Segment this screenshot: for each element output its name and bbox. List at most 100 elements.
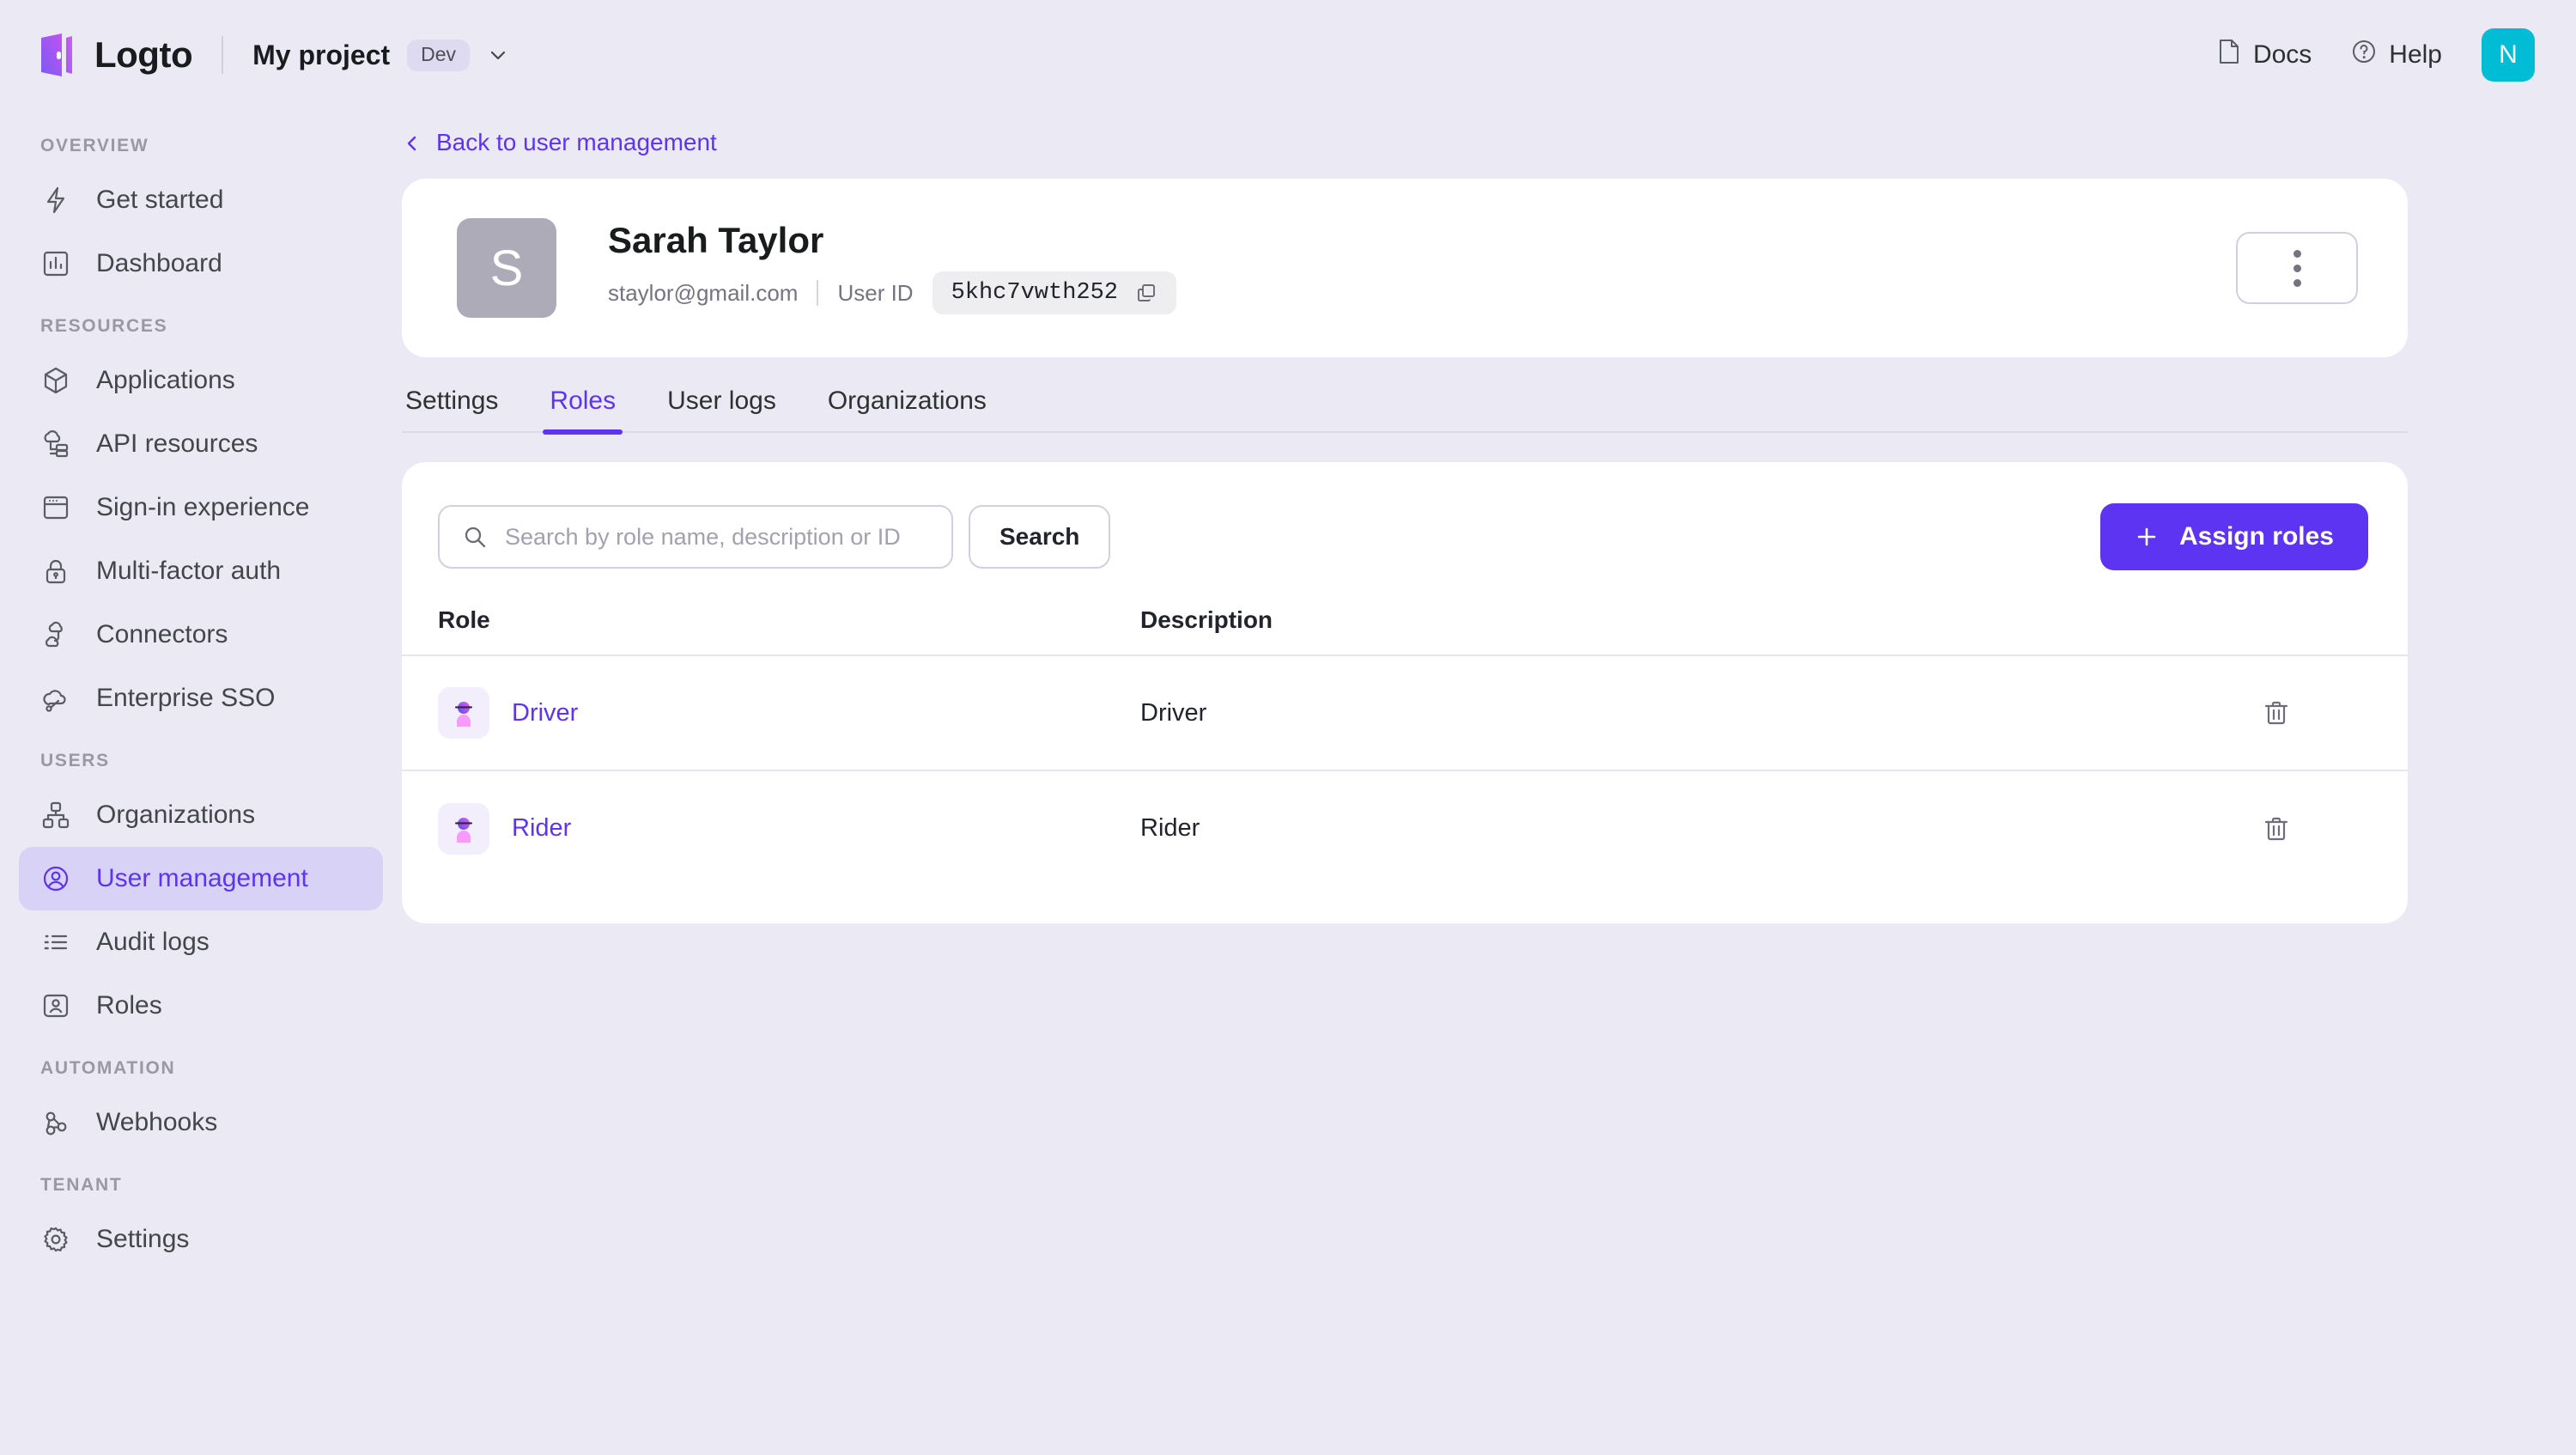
id-card-icon [39,989,72,1022]
sidebar-item-api-resources[interactable]: API resources [19,412,383,476]
tab-settings[interactable]: Settings [405,387,524,431]
user-circle-icon [39,862,72,895]
question-circle-icon [2351,39,2377,71]
tab-roles[interactable]: Roles [524,387,641,431]
gear-icon [39,1223,72,1256]
sidebar-item-label: Applications [96,366,235,395]
sidebar-item-label: Enterprise SSO [96,684,275,713]
sidebar-item-enterprise-sso[interactable]: Enterprise SSO [19,667,383,730]
sidebar-item-webhooks[interactable]: Webhooks [19,1091,383,1154]
delete-role-button[interactable] [2253,698,2408,728]
roles-panel: Search Assign roles Role Description [402,462,2408,923]
brand[interactable]: Logto [39,33,192,77]
user-id-value: 5khc7vwth252 [951,280,1118,306]
sidebar: OVERVIEW Get started Dashboard RESOURCES [0,110,402,1455]
plus-icon [2135,525,2159,549]
role-name-link[interactable]: Driver [512,699,578,728]
back-link-label: Back to user management [436,129,717,156]
tab-user-logs[interactable]: User logs [641,387,802,431]
tab-organizations[interactable]: Organizations [802,387,1012,431]
list-icon [39,926,72,959]
sidebar-item-applications[interactable]: Applications [19,349,383,412]
lightning-bolt-icon [39,184,72,216]
sidebar-item-label: Multi-factor auth [96,557,281,586]
user-id-pill[interactable]: 5khc7vwth252 [933,271,1176,314]
sidebar-item-organizations[interactable]: Organizations [19,783,383,847]
sidebar-item-settings[interactable]: Settings [19,1208,383,1271]
user-more-menu-button[interactable] [2236,232,2358,304]
kebab-menu-icon [2293,265,2301,272]
docs-link[interactable]: Docs [2217,39,2312,71]
body: OVERVIEW Get started Dashboard RESOURCES [0,110,2576,1455]
browser-window-icon [39,491,72,524]
account-avatar[interactable]: N [2482,28,2535,82]
table-header-row: Role Description [402,606,2408,655]
topbar-divider [222,36,223,74]
column-header-actions [2253,606,2408,655]
back-to-user-management-link[interactable]: Back to user management [402,129,717,156]
project-switcher[interactable]: My project Dev [252,40,509,71]
avatar: S [457,218,556,318]
search-input[interactable] [505,524,929,551]
sidebar-item-label: API resources [96,429,258,459]
sidebar-item-dashboard[interactable]: Dashboard [19,232,383,295]
user-header-card: S Sarah Taylor staylor@gmail.com User ID… [402,179,2408,357]
role-cell: Rider [402,803,1140,855]
delete-role-button[interactable] [2253,814,2408,843]
copy-icon[interactable] [1135,282,1157,304]
roles-table: Role Description [402,606,2408,886]
chevron-down-icon [487,44,509,66]
role-name-link[interactable]: Rider [512,814,571,843]
sidebar-item-label: Dashboard [96,249,222,278]
sidebar-section-automation: AUTOMATION [19,1058,383,1079]
help-link[interactable]: Help [2351,39,2442,71]
webhook-icon [39,1106,72,1139]
assign-roles-button[interactable]: Assign roles [2100,503,2368,570]
user-meta: Sarah Taylor staylor@gmail.com User ID 5… [608,222,1176,314]
sidebar-item-label: Connectors [96,620,228,649]
help-label: Help [2389,40,2442,70]
user-email: staylor@gmail.com [608,280,798,307]
sidebar-section-overview: OVERVIEW [19,136,383,156]
sidebar-section-users: USERS [19,751,383,771]
sidebar-item-roles[interactable]: Roles [19,974,383,1038]
kebab-menu-icon [2293,279,2301,287]
sidebar-item-label: Roles [96,991,162,1020]
trash-icon [2262,814,2291,843]
chevron-left-icon [402,132,422,153]
assign-roles-label: Assign roles [2179,522,2334,551]
sidebar-item-user-management[interactable]: User management [19,847,383,910]
sidebar-section-tenant: TENANT [19,1175,383,1196]
user-id-label: User ID [837,280,913,307]
logto-logo-icon [39,33,77,77]
table-row: Driver Driver [402,655,2408,770]
main-content: Back to user management S Sarah Taylor s… [402,110,2576,1455]
topbar-actions: Docs Help N [2217,28,2535,82]
brand-name: Logto [94,34,192,76]
search-box[interactable] [438,505,953,569]
sidebar-item-sign-in-experience[interactable]: Sign-in experience [19,476,383,539]
document-icon [2217,39,2241,71]
org-tree-icon [39,799,72,831]
sidebar-item-label: Sign-in experience [96,493,309,522]
role-avatar-icon [438,803,489,855]
sidebar-item-connectors[interactable]: Connectors [19,603,383,667]
user-subline: staylor@gmail.com User ID 5khc7vwth252 [608,271,1176,314]
search-button[interactable]: Search [969,505,1110,569]
lock-icon [39,555,72,587]
sidebar-item-label: Settings [96,1225,189,1254]
sidebar-item-audit-logs[interactable]: Audit logs [19,910,383,974]
cube-icon [39,364,72,397]
roles-toolbar: Search Assign roles [402,462,2408,570]
page-title: Sarah Taylor [608,222,1176,259]
trash-icon [2262,698,2291,728]
role-avatar-icon [438,687,489,739]
sidebar-item-get-started[interactable]: Get started [19,168,383,232]
user-detail-tabs: Settings Roles User logs Organizations [402,387,2408,433]
column-header-description: Description [1140,606,2253,655]
sidebar-item-label: Organizations [96,801,255,830]
docs-label: Docs [2253,40,2312,70]
connectors-cloud-icon [39,618,72,651]
env-badge: Dev [407,40,470,71]
sidebar-item-multi-factor-auth[interactable]: Multi-factor auth [19,539,383,603]
